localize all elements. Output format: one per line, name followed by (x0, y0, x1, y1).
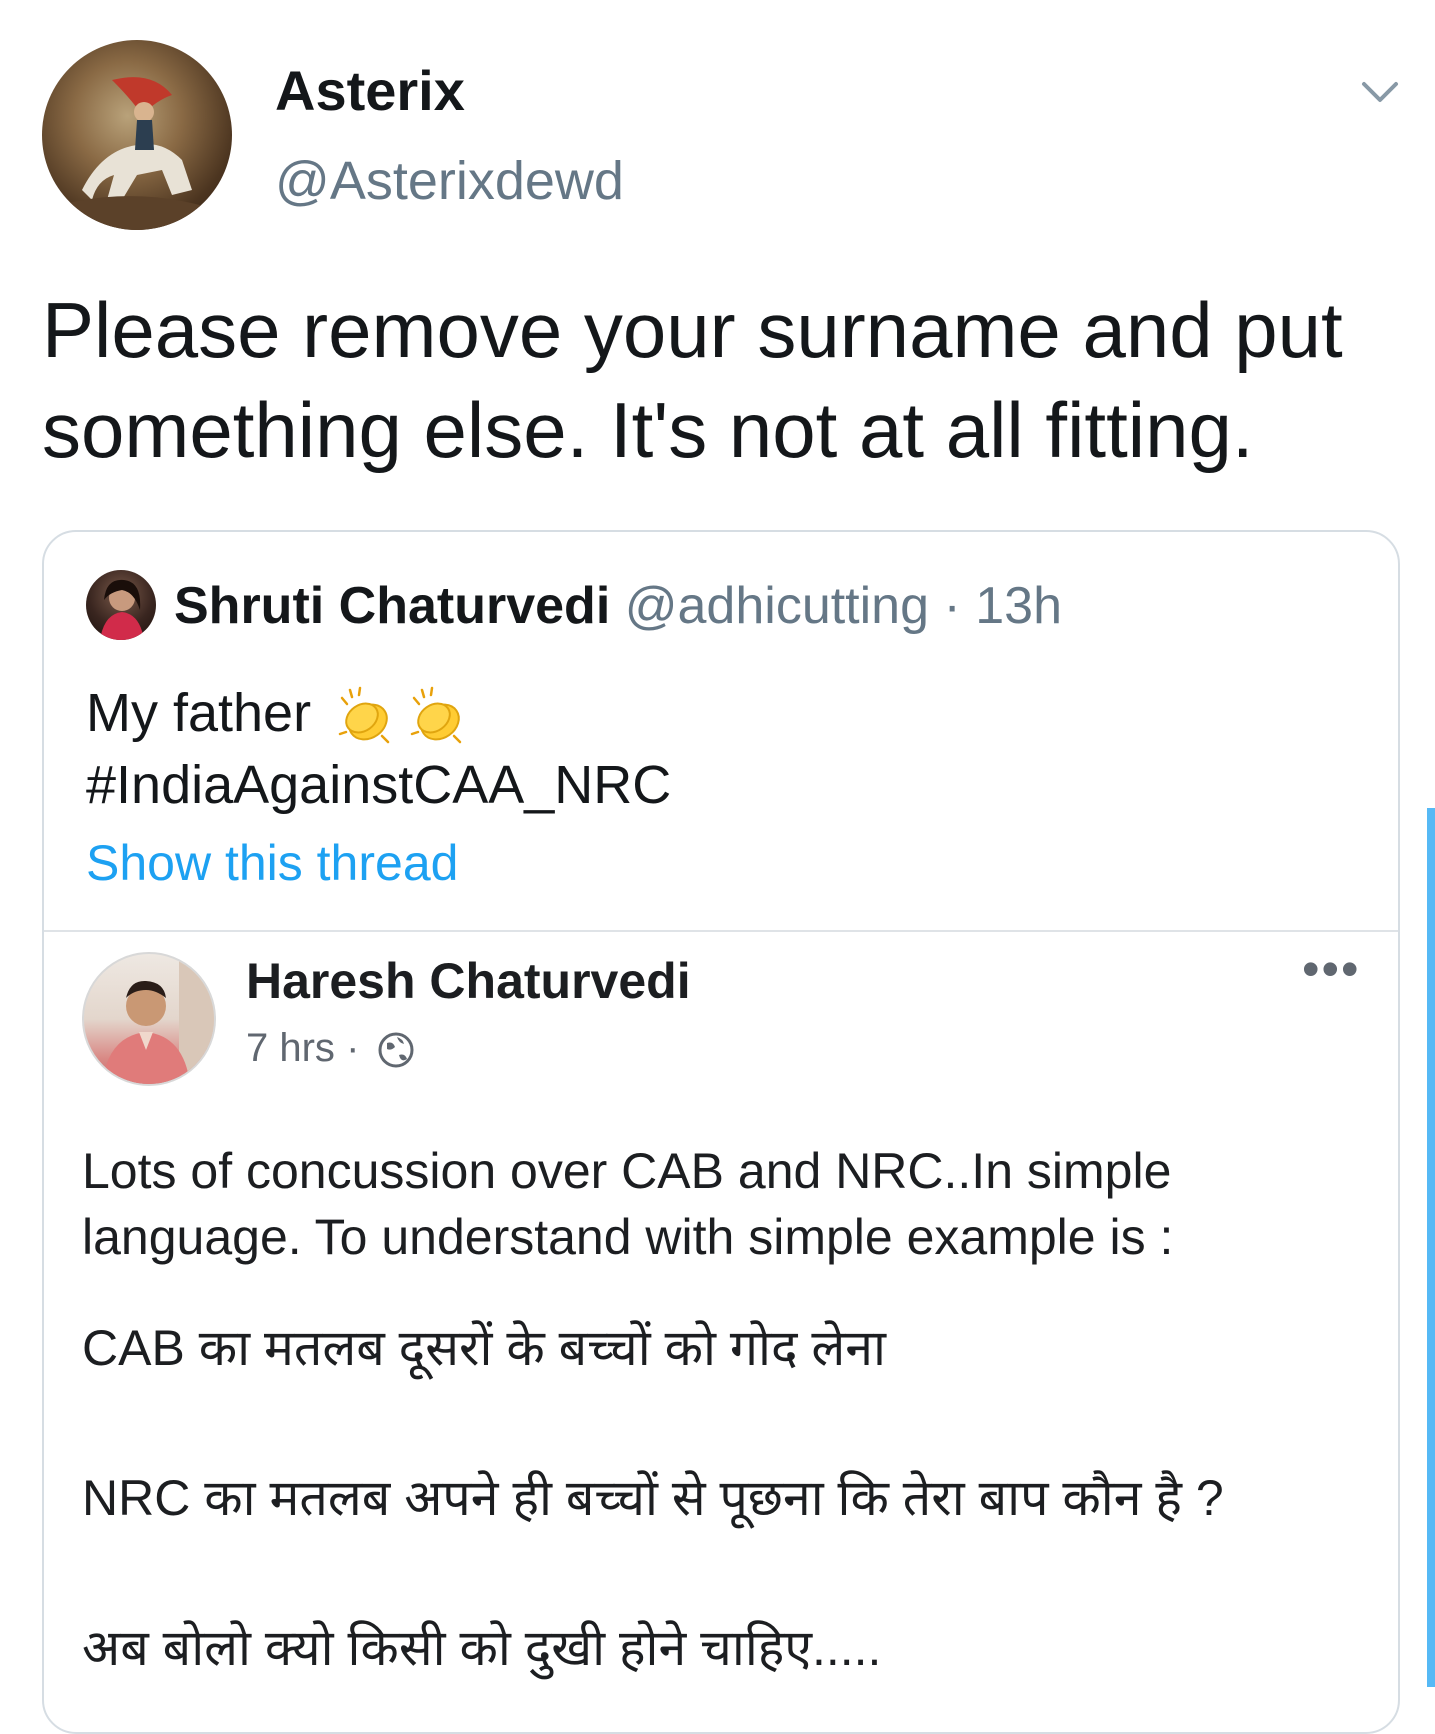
clapping-hands-icon (404, 684, 470, 750)
embedded-post-paragraph: Lots of concussion over CAB and NRC..In … (82, 1138, 1173, 1270)
avatar-image (102, 954, 214, 1084)
chevron-down-icon[interactable] (1358, 72, 1402, 112)
quoted-tweet-text-line1: My father (86, 682, 470, 750)
embedded-author-name: Haresh Chaturvedi (246, 953, 691, 1009)
quoted-tweet-card[interactable]: Shruti Chaturvedi @adhicutting · 13h My … (42, 530, 1400, 1734)
avatar-image (100, 579, 144, 640)
quoted-author-avatar[interactable] (86, 570, 156, 640)
clapping-hands-icon (332, 684, 398, 750)
embedded-post-paragraph: NRC का मतलब अपने ही बच्चों से पूछना कि त… (82, 1470, 1224, 1526)
quoted-tweet-time[interactable]: 13h (975, 577, 1062, 635)
separator: · (943, 577, 961, 635)
quoted-tweet-header: Shruti Chaturvedi @adhicutting · 13h (174, 576, 1062, 636)
show-thread-link[interactable]: Show this thread (86, 834, 458, 892)
quoted-author-name[interactable]: Shruti Chaturvedi (174, 577, 610, 635)
embedded-post-line: Lots of concussion over CAB and NRC..In … (82, 1143, 1172, 1199)
quoted-author-handle[interactable]: @adhicutting (625, 577, 929, 635)
globe-icon (377, 1031, 415, 1069)
avatar-image (42, 77, 232, 230)
hashtag-link[interactable]: #IndiaAgainstCAA_NRC (86, 754, 671, 816)
more-options-icon: ••• (1302, 941, 1361, 997)
author-avatar[interactable] (42, 40, 232, 230)
embedded-post-meta: 7 hrs · (246, 1026, 415, 1071)
embedded-author-avatar (82, 952, 216, 1086)
embedded-post-time: 7 hrs (246, 1026, 335, 1070)
author-display-name[interactable]: Asterix (275, 58, 465, 123)
embedded-post-line: language. To understand with simple exam… (82, 1209, 1174, 1265)
embedded-post-paragraph: अब बोलो क्यो किसी को दुखी होने चाहिए....… (82, 1620, 882, 1676)
embedded-post-paragraph: CAB का मतलब दूसरों के बच्चों को गोद लेना (82, 1320, 886, 1376)
scroll-indicator[interactable] (1427, 808, 1435, 1687)
author-handle[interactable]: @Asterixdewd (275, 150, 624, 212)
tweet-text: Please remove your surname and put somet… (42, 286, 1343, 474)
divider (44, 930, 1398, 932)
separator: · (346, 1026, 360, 1070)
quoted-tweet-text: My father (86, 683, 312, 743)
